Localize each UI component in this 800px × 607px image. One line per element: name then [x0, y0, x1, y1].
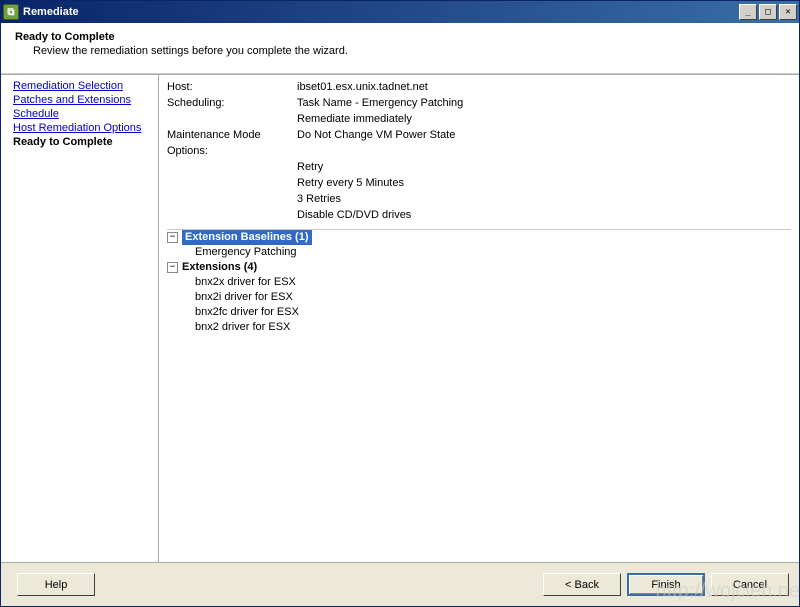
titlebar[interactable]: ⧉ Remediate _ □ ✕ — [1, 1, 799, 23]
value-maint-3: Retry every 5 Minutes — [297, 175, 791, 191]
nav-host-remediation-options[interactable]: Host Remediation Options — [1, 121, 158, 135]
value-maint-4: 3 Retries — [297, 191, 791, 207]
finish-button[interactable]: Finish — [627, 573, 705, 596]
value-maint-2: Retry — [297, 159, 791, 175]
help-button[interactable]: Help — [17, 573, 95, 596]
tree-item-extension[interactable]: bnx2fc driver for ESX — [195, 305, 299, 320]
label-scheduling: Scheduling: — [167, 95, 297, 111]
back-button[interactable]: < Back — [543, 573, 621, 596]
close-button[interactable]: ✕ — [779, 4, 797, 20]
value-scheduling-2: Remediate immediately — [297, 111, 791, 127]
page-subtitle: Review the remediation settings before y… — [33, 45, 785, 57]
tree-item-baseline[interactable]: Emergency Patching — [195, 245, 297, 260]
value-maint-1: Do Not Change VM Power State — [297, 127, 791, 143]
summary-panel: Host: ibset01.esx.unix.tadnet.net Schedu… — [159, 75, 799, 562]
nav-ready-to-complete[interactable]: Ready to Complete — [1, 135, 158, 149]
page-title: Ready to Complete — [15, 31, 785, 43]
tree-group-extension-baselines[interactable]: Extension Baselines (1) — [182, 230, 312, 245]
collapse-icon[interactable]: − — [167, 232, 178, 243]
tree-item-extension[interactable]: bnx2i driver for ESX — [195, 290, 293, 305]
maximize-button[interactable]: □ — [759, 4, 777, 20]
value-maint-5: Disable CD/DVD drives — [297, 207, 791, 223]
nav-schedule[interactable]: Schedule — [1, 107, 158, 121]
cancel-button[interactable]: Cancel — [711, 573, 789, 596]
wizard-footer: Help < Back Finish Cancel — [1, 562, 799, 606]
label-maintenance: Maintenance Mode Options: — [167, 127, 297, 159]
window-title: Remediate — [23, 6, 739, 18]
collapse-icon[interactable]: − — [167, 262, 178, 273]
wizard-header: Ready to Complete Review the remediation… — [1, 23, 799, 74]
minimize-button[interactable]: _ — [739, 4, 757, 20]
tree-item-extension[interactable]: bnx2 driver for ESX — [195, 320, 290, 335]
label-host: Host: — [167, 79, 297, 95]
value-scheduling-1: Task Name - Emergency Patching — [297, 95, 791, 111]
wizard-body: Remediation Selection Patches and Extens… — [1, 74, 799, 562]
remediate-wizard-window: ⧉ Remediate _ □ ✕ Ready to Complete Revi… — [0, 0, 800, 607]
tree-group-extensions[interactable]: Extensions (4) — [182, 260, 257, 275]
baseline-tree: − Extension Baselines (1) Emergency Patc… — [167, 229, 791, 335]
value-host: ibset01.esx.unix.tadnet.net — [297, 79, 791, 95]
wizard-nav: Remediation Selection Patches and Extens… — [1, 75, 159, 562]
nav-patches-and-extensions[interactable]: Patches and Extensions — [1, 93, 158, 107]
app-icon: ⧉ — [3, 4, 19, 20]
nav-remediation-selection[interactable]: Remediation Selection — [1, 79, 158, 93]
tree-item-extension[interactable]: bnx2x driver for ESX — [195, 275, 296, 290]
